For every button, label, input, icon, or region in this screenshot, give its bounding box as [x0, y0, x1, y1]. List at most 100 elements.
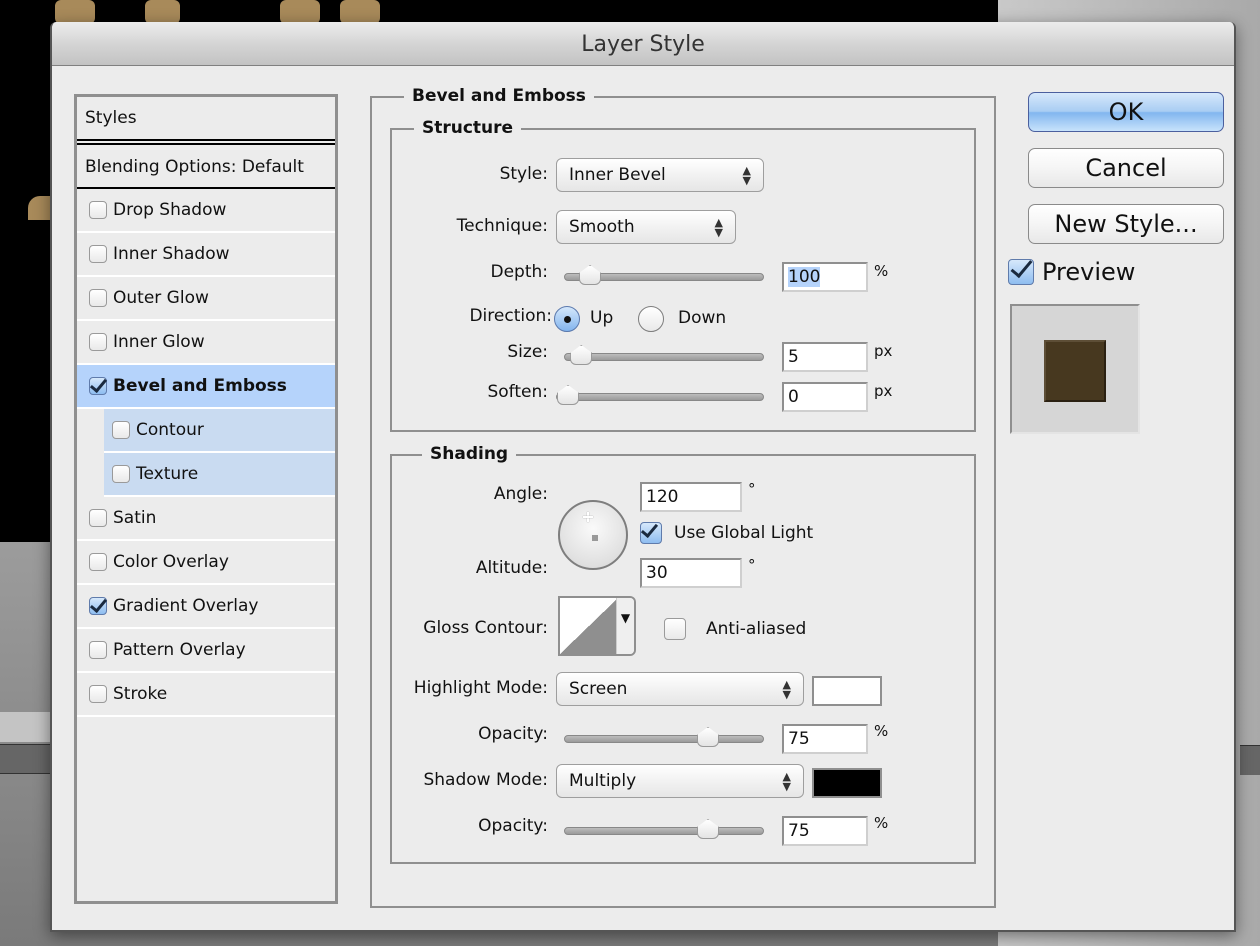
- shadow-color-swatch[interactable]: [812, 768, 882, 798]
- style-item-label: Stroke: [113, 684, 168, 704]
- soften-label: Soften:: [487, 382, 548, 402]
- style-checkbox[interactable]: [112, 421, 130, 439]
- select-arrows-icon: ▲ ▼: [782, 770, 791, 793]
- style-checkbox[interactable]: [89, 685, 107, 703]
- highlight-opacity-thumb[interactable]: [697, 727, 719, 747]
- highlight-opacity-slider[interactable]: [564, 727, 764, 747]
- highlight-opacity-input[interactable]: 75: [782, 724, 868, 754]
- select-arrows-icon: ▲ ▼: [742, 164, 751, 187]
- style-checkbox[interactable]: [89, 201, 107, 219]
- depth-label: Depth:: [490, 262, 548, 282]
- style-item-texture[interactable]: Texture: [104, 453, 335, 497]
- soften-slider[interactable]: [556, 385, 764, 405]
- style-checkbox[interactable]: [89, 641, 107, 659]
- technique-select-value: Smooth: [569, 217, 635, 237]
- technique-select[interactable]: Smooth ▲ ▼: [556, 210, 736, 244]
- style-item-satin[interactable]: Satin: [77, 497, 335, 541]
- shadow-opacity-input[interactable]: 75: [782, 816, 868, 846]
- angle-input[interactable]: 120: [640, 482, 742, 512]
- contour-preview: [560, 598, 618, 654]
- depth-input-value: 100: [788, 267, 821, 287]
- shadow-mode-select[interactable]: Multiply ▲ ▼: [556, 764, 804, 798]
- use-global-light-checkbox[interactable]: Use Global Light: [640, 522, 813, 544]
- style-item-pattern-overlay[interactable]: Pattern Overlay: [77, 629, 335, 673]
- style-item-label: Gradient Overlay: [113, 596, 259, 616]
- canvas-artwork: [340, 0, 380, 24]
- style-checkbox[interactable]: [89, 289, 107, 307]
- depth-slider-thumb[interactable]: [579, 265, 602, 285]
- style-item-label: Contour: [136, 420, 204, 440]
- shadow-opacity-slider[interactable]: [564, 819, 764, 839]
- style-item-label: Satin: [113, 508, 157, 528]
- direction-down-label[interactable]: Down: [678, 308, 726, 328]
- angle-dial[interactable]: [558, 500, 628, 570]
- style-item-stroke[interactable]: Stroke: [77, 673, 335, 717]
- style-label: Style:: [499, 164, 548, 184]
- angle-label: Angle:: [493, 484, 548, 504]
- depth-slider[interactable]: [564, 265, 764, 285]
- canvas-artwork: [280, 0, 320, 24]
- size-input[interactable]: 5: [782, 342, 868, 372]
- dropdown-arrow-icon[interactable]: ▼: [616, 598, 634, 654]
- technique-label: Technique:: [456, 216, 548, 236]
- direction-label: Direction:: [469, 306, 552, 326]
- ok-button[interactable]: OK: [1028, 92, 1224, 132]
- preview-check[interactable]: [1008, 259, 1034, 285]
- style-item-gradient-overlay[interactable]: Gradient Overlay: [77, 585, 335, 629]
- gloss-contour-label: Gloss Contour:: [423, 618, 548, 638]
- direction-down-radio[interactable]: [638, 306, 664, 332]
- preview-checkbox[interactable]: Preview: [1008, 258, 1135, 286]
- preview-swatch: [1044, 340, 1106, 402]
- style-checkbox[interactable]: [112, 465, 130, 483]
- highlight-mode-select[interactable]: Screen ▲ ▼: [556, 672, 804, 706]
- style-select[interactable]: Inner Bevel ▲ ▼: [556, 158, 764, 192]
- style-item-outer-glow[interactable]: Outer Glow: [77, 277, 335, 321]
- styles-list: Styles Blending Options: Default Drop Sh…: [74, 94, 338, 904]
- cancel-button[interactable]: Cancel: [1028, 148, 1224, 188]
- altitude-input[interactable]: 30: [640, 558, 742, 588]
- size-slider[interactable]: [564, 345, 764, 365]
- size-label: Size:: [507, 342, 548, 362]
- highlight-mode-label: Highlight Mode:: [413, 678, 548, 698]
- style-checkbox[interactable]: [89, 377, 107, 395]
- style-item-drop-shadow[interactable]: Drop Shadow: [77, 189, 335, 233]
- shadow-opacity-unit: %: [874, 814, 889, 832]
- use-global-light-check[interactable]: [640, 522, 662, 544]
- style-checkbox[interactable]: [89, 553, 107, 571]
- style-select-value: Inner Bevel: [569, 165, 666, 185]
- shadow-mode-value: Multiply: [569, 771, 637, 791]
- soften-slider-thumb[interactable]: [557, 385, 579, 405]
- style-checkbox[interactable]: [89, 509, 107, 527]
- style-item-bevel-and-emboss[interactable]: Bevel and Emboss: [77, 365, 335, 409]
- style-checkbox[interactable]: [89, 597, 107, 615]
- depth-input[interactable]: 100: [782, 262, 868, 292]
- dial-center: [592, 535, 598, 541]
- style-item-label: Color Overlay: [113, 552, 229, 572]
- style-item-contour[interactable]: Contour: [104, 409, 335, 453]
- direction-up-radio[interactable]: [554, 306, 580, 332]
- size-slider-thumb[interactable]: [570, 345, 593, 365]
- blending-options-item[interactable]: Blending Options: Default: [77, 145, 335, 189]
- style-checkbox[interactable]: [89, 245, 107, 263]
- style-item-label: Texture: [136, 464, 199, 484]
- direction-up-label[interactable]: Up: [590, 308, 613, 328]
- anti-aliased-checkbox[interactable]: Anti-aliased: [664, 618, 806, 640]
- style-item-inner-shadow[interactable]: Inner Shadow: [77, 233, 335, 277]
- soften-input[interactable]: 0: [782, 382, 868, 412]
- gloss-contour-picker[interactable]: ▼: [558, 596, 636, 656]
- canvas-artwork: [145, 0, 180, 24]
- highlight-color-swatch[interactable]: [812, 676, 882, 706]
- style-item-inner-glow[interactable]: Inner Glow: [77, 321, 335, 365]
- preview-label: Preview: [1042, 258, 1136, 286]
- anti-aliased-label: Anti-aliased: [706, 619, 807, 639]
- style-checkbox[interactable]: [89, 333, 107, 351]
- shading-title: Shading: [422, 444, 517, 464]
- anti-aliased-check[interactable]: [664, 618, 686, 640]
- select-arrows-icon: ▲ ▼: [782, 678, 791, 701]
- styles-header[interactable]: Styles: [77, 97, 335, 141]
- style-item-color-overlay[interactable]: Color Overlay: [77, 541, 335, 585]
- shadow-opacity-thumb[interactable]: [697, 819, 719, 839]
- panel-menu-icon[interactable]: [1240, 745, 1260, 775]
- structure-title: Structure: [414, 118, 522, 138]
- new-style-button[interactable]: New Style...: [1028, 204, 1224, 244]
